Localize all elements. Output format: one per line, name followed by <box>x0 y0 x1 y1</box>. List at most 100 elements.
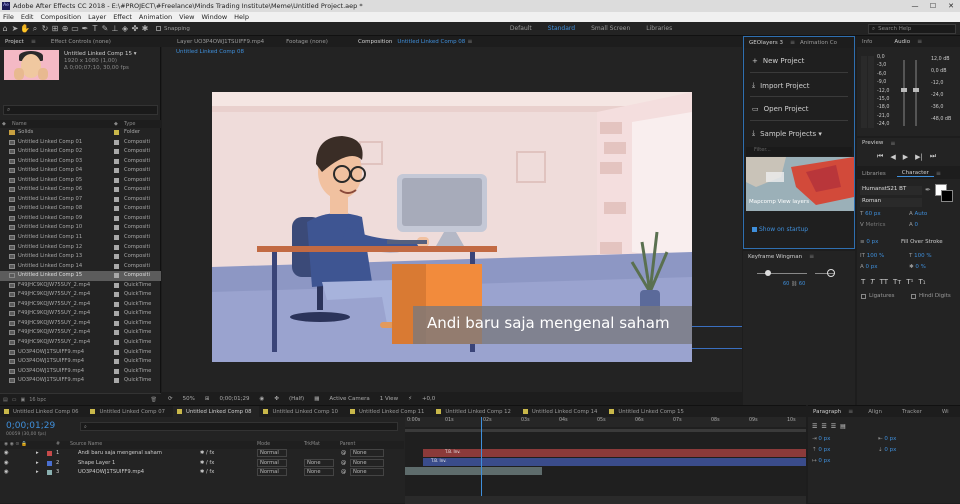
import-project-button[interactable]: ⤓ Import Project <box>752 81 810 90</box>
parent-pickwhip-icon[interactable]: @ <box>341 460 346 466</box>
work-area-bar[interactable] <box>405 429 806 432</box>
playhead[interactable] <box>481 417 483 504</box>
rotate-tool-icon[interactable]: ↻ <box>40 24 50 33</box>
label-color-swatch[interactable] <box>114 149 119 155</box>
label-color-swatch[interactable] <box>114 206 119 212</box>
interpret-footage-icon[interactable]: ▤ <box>3 397 8 403</box>
eyedropper-icon[interactable]: ✒ <box>925 186 931 194</box>
workspace-small-screen[interactable]: Small Screen <box>591 25 630 32</box>
camera-dropdown[interactable]: Active Camera <box>329 396 369 402</box>
open-project-button[interactable]: ▭ Open Project <box>752 105 809 113</box>
timeline-tab[interactable]: Untitled Linked Comp 07 <box>86 409 172 415</box>
last-frame-icon[interactable]: ⏭ <box>930 152 936 161</box>
label-color-swatch[interactable] <box>114 320 119 326</box>
new-project-button[interactable]: + New Project <box>752 57 804 65</box>
timeline-tab[interactable]: Untitled Linked Comp 11 <box>346 409 432 415</box>
snapshot-icon[interactable]: ◉ <box>260 396 265 402</box>
vertical-scale-field[interactable]: IT 100 % <box>860 253 884 259</box>
all-caps-button[interactable]: TT <box>880 278 888 286</box>
views-dropdown[interactable]: 1 View <box>380 396 398 402</box>
timeline-layer-row[interactable]: ◉ ▸ 3 UO3P4OWJ1TSUIFF9.mp4 ✱ / fx Normal None @… <box>0 468 404 477</box>
project-item-row[interactable]: Untitled Linked Comp 12 Compositi <box>0 243 161 253</box>
home-icon[interactable]: ⌂ <box>0 24 10 33</box>
tab-footage[interactable]: Footage (none) <box>281 39 333 45</box>
channel-icon[interactable]: ✤ <box>274 396 279 402</box>
panel-menu-icon[interactable]: ≡ <box>809 253 814 260</box>
project-item-row[interactable]: Untitled Linked Comp 09 Compositi <box>0 214 161 224</box>
small-caps-button[interactable]: Tт <box>893 278 901 286</box>
hindi-digits-checkbox[interactable]: Hindi Digits <box>911 293 951 299</box>
tab-animation-composer[interactable]: Animation Co <box>795 40 842 46</box>
indent-right-field[interactable]: ⇤ 0 px <box>878 436 896 442</box>
camera-tool-icon[interactable]: ⊞ <box>50 24 60 33</box>
panel-menu-icon[interactable]: ≡ <box>848 408 853 415</box>
tab-effect-controls[interactable]: Effect Controls (none) <box>46 39 116 45</box>
project-item-row[interactable]: Untitled Linked Comp 15 Compositi <box>0 271 161 281</box>
panel-menu-icon[interactable]: ≡ <box>917 38 922 45</box>
type-tool-icon[interactable]: T <box>90 24 100 33</box>
tab-audio[interactable]: Audio <box>889 39 915 45</box>
timeline-layer-row[interactable]: ◉ ▸ 1 Andi baru saja mengenal saham ✱ / fx No… <box>0 449 404 458</box>
layer-trkmat-dropdown[interactable]: None <box>304 468 334 476</box>
label-color-swatch[interactable] <box>114 225 119 231</box>
workspace-standard[interactable]: Standard <box>548 25 575 32</box>
timeline-tab[interactable]: Untitled Linked Comp 06 <box>0 409 86 415</box>
panel-menu-icon[interactable]: ≡ <box>31 38 36 45</box>
kerning-field[interactable]: V Metrics <box>860 222 885 228</box>
project-item-row[interactable]: Untitled Linked Comp 01 Compositi <box>0 138 161 148</box>
timeline-tab[interactable]: Untitled Linked Comp 10 <box>259 409 345 415</box>
tab-tracker[interactable]: Tracker <box>897 409 927 415</box>
label-tag-icon[interactable]: ◆ <box>114 121 118 127</box>
project-item-row[interactable]: UO3P4OWJ1TSUIFF9.mp4 QuickTime <box>0 357 161 367</box>
time-ruler[interactable]: 0:00s 01s 02s 03s 04s 05s 06s 07s 08s 09s 10s <box>405 417 806 427</box>
project-item-row[interactable]: Untitled Linked Comp 14 Compositi <box>0 262 161 272</box>
layer-label-swatch[interactable] <box>47 451 52 456</box>
tsume-field[interactable]: ✱ 0 % <box>909 264 926 270</box>
label-color-swatch[interactable] <box>114 273 119 279</box>
layer-name[interactable]: Andi baru saja mengenal saham <box>78 450 178 456</box>
label-color-swatch[interactable] <box>114 235 119 241</box>
project-item-row[interactable]: Untitled Linked Comp 06 Compositi <box>0 185 161 195</box>
minimize-icon[interactable]: — <box>906 0 924 12</box>
layer-name[interactable]: Shape Layer 1 <box>78 460 178 466</box>
project-item-row[interactable]: Untitled Linked Comp 04 Compositi <box>0 166 161 176</box>
faux-bold-button[interactable]: T <box>861 278 865 286</box>
timeline-search-input[interactable]: ⌕ <box>80 422 398 431</box>
layer-switches-icon[interactable]: ✱ / fx <box>200 450 214 456</box>
column-mode[interactable]: Mode <box>257 442 270 447</box>
tab-libraries[interactable]: Libraries <box>857 171 891 177</box>
snapping-checkbox[interactable] <box>156 26 161 31</box>
region-of-interest-icon[interactable]: ▦ <box>314 396 319 402</box>
project-item-row[interactable]: Untitled Linked Comp 07 Compositi <box>0 195 161 205</box>
workspace-libraries[interactable]: Libraries <box>646 25 672 32</box>
stroke-type-dropdown[interactable]: Fill Over Stroke <box>901 239 943 245</box>
label-color-swatch[interactable] <box>114 359 119 365</box>
visibility-eye-icon[interactable]: ◉ <box>4 469 9 475</box>
timeline-tab[interactable]: Untitled Linked Comp 15 <box>605 409 691 415</box>
stroke-width-field[interactable]: ≡ 0 px <box>860 239 878 245</box>
play-icon[interactable]: ▶ <box>903 153 908 161</box>
parent-pickwhip-icon[interactable]: @ <box>341 450 346 456</box>
label-color-swatch[interactable] <box>114 263 119 269</box>
tab-preview[interactable]: Preview <box>857 140 888 146</box>
layer-label-swatch[interactable] <box>47 460 52 466</box>
project-item-row[interactable]: F49JHC9KQJW75SUY_2.mp4 QuickTime <box>0 300 161 310</box>
label-color-swatch[interactable] <box>114 292 119 298</box>
project-item-row[interactable]: F49JHC9KQJW75SUY_2.mp4 QuickTime <box>0 338 161 348</box>
sample-projects-button[interactable]: ⤓ Sample Projects ▾ <box>752 129 822 138</box>
horizontal-scale-field[interactable]: T 100 % <box>909 253 932 259</box>
indent-left-field[interactable]: ⇥ 0 px <box>812 436 830 442</box>
tab-project[interactable]: Project <box>0 39 29 45</box>
project-search-input[interactable]: ⌕ <box>3 105 158 115</box>
tab-composition[interactable]: Composition <box>353 39 397 45</box>
column-parent[interactable]: Parent <box>340 442 355 447</box>
volume-thumb-right[interactable] <box>913 88 919 92</box>
layer-mode-dropdown[interactable]: Normal <box>257 449 287 457</box>
link-icon[interactable]: ⛓ <box>791 281 797 287</box>
label-color-swatch[interactable] <box>114 158 119 164</box>
project-item-row[interactable]: F49JHC9KQJW75SUY_2.mp4 QuickTime <box>0 319 161 329</box>
timeline-tab[interactable]: Untitled Linked Comp 12 <box>432 409 518 415</box>
fast-preview-icon[interactable]: ⚡ <box>408 396 412 402</box>
timeline-current-time[interactable]: 0;00;01;29 <box>6 421 55 431</box>
label-color-swatch[interactable] <box>114 196 119 202</box>
